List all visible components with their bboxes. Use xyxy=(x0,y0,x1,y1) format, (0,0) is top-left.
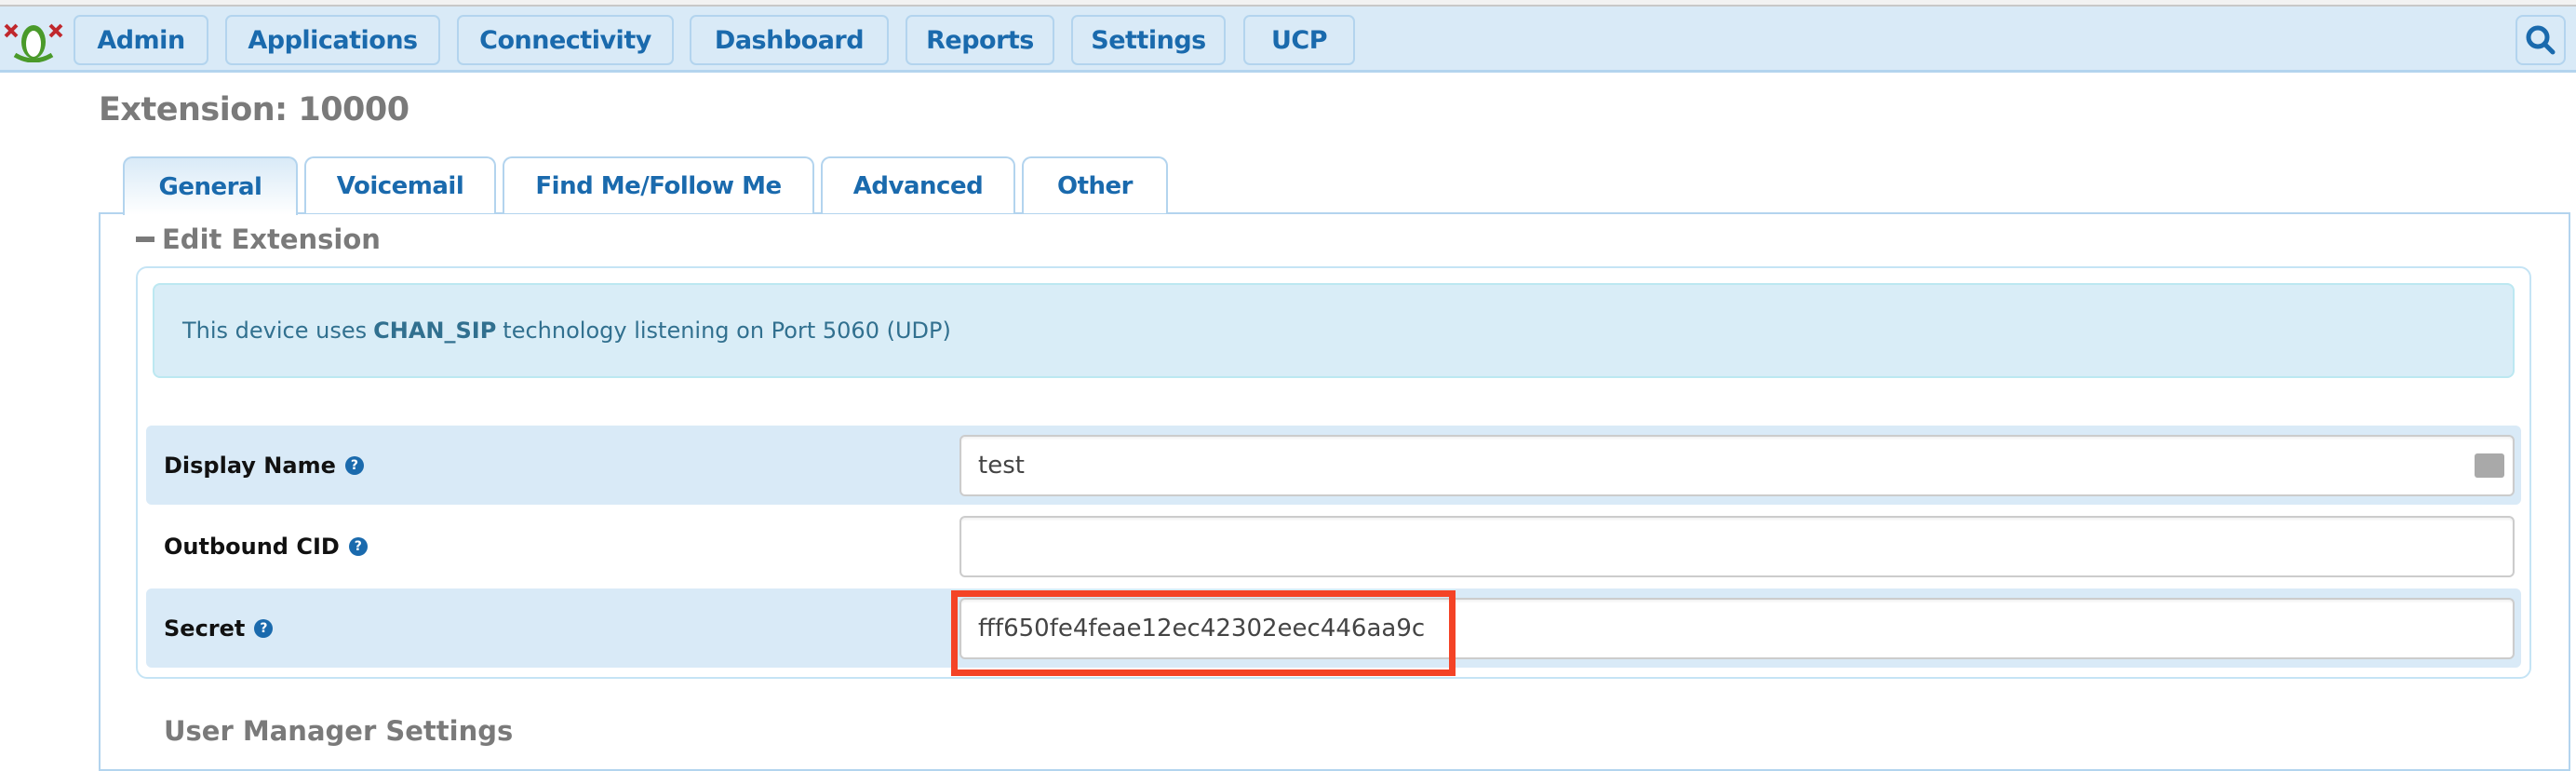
browser-strip xyxy=(0,0,2576,7)
outbound-cid-input[interactable] xyxy=(959,516,2515,577)
nav-applications[interactable]: Applications xyxy=(225,15,440,65)
secret-row: Secret? xyxy=(146,588,2521,668)
info-alert: This device uses CHAN_SIP technology liste… xyxy=(153,283,2515,378)
tab-advanced[interactable]: Advanced xyxy=(821,156,1015,213)
nav-reports[interactable]: Reports xyxy=(906,15,1054,65)
alert-text: This device uses xyxy=(182,318,368,344)
help-icon[interactable]: ? xyxy=(344,455,364,475)
tab-other[interactable]: Other xyxy=(1022,156,1168,213)
help-icon[interactable]: ? xyxy=(254,618,274,638)
tab-find-me-follow-me[interactable]: Find Me/Follow Me xyxy=(503,156,814,213)
nav-admin[interactable]: Admin xyxy=(74,15,208,65)
display-name-row: Display Name? xyxy=(146,426,2521,505)
tab-general[interactable]: General xyxy=(123,156,298,215)
logo-icon xyxy=(4,23,63,62)
search-icon xyxy=(2526,25,2556,55)
tab-voicemail[interactable]: Voicemail xyxy=(304,156,496,213)
nav-ucp[interactable]: UCP xyxy=(1243,15,1355,65)
display-name-input[interactable] xyxy=(959,434,2515,496)
edit-extension-toggle[interactable]: Edit Extension xyxy=(136,223,381,255)
page-title: Extension: 10000 xyxy=(99,91,409,128)
minus-icon xyxy=(136,237,154,242)
display-name-label: Display Name xyxy=(164,452,336,479)
alert-tech: CHAN_SIP xyxy=(373,318,497,344)
section-title: Edit Extension xyxy=(162,223,381,255)
help-icon[interactable]: ? xyxy=(348,537,368,556)
secret-input[interactable] xyxy=(959,597,2515,659)
secret-label: Secret xyxy=(164,615,246,642)
top-nav: Admin Applications Connectivity Dashboar… xyxy=(0,7,2576,73)
nav-settings[interactable]: Settings xyxy=(1071,15,1226,65)
outbound-cid-label: Outbound CID xyxy=(164,534,340,560)
nav-dashboard[interactable]: Dashboard xyxy=(690,15,889,65)
user-manager-settings-title: User Manager Settings xyxy=(164,715,514,747)
search-button[interactable] xyxy=(2516,15,2566,65)
alert-text-rest: technology listening on Port 5060 (UDP) xyxy=(503,318,951,344)
id-card-icon xyxy=(2475,453,2504,478)
outbound-cid-row: Outbound CID? xyxy=(146,507,2521,586)
nav-connectivity[interactable]: Connectivity xyxy=(457,15,674,65)
